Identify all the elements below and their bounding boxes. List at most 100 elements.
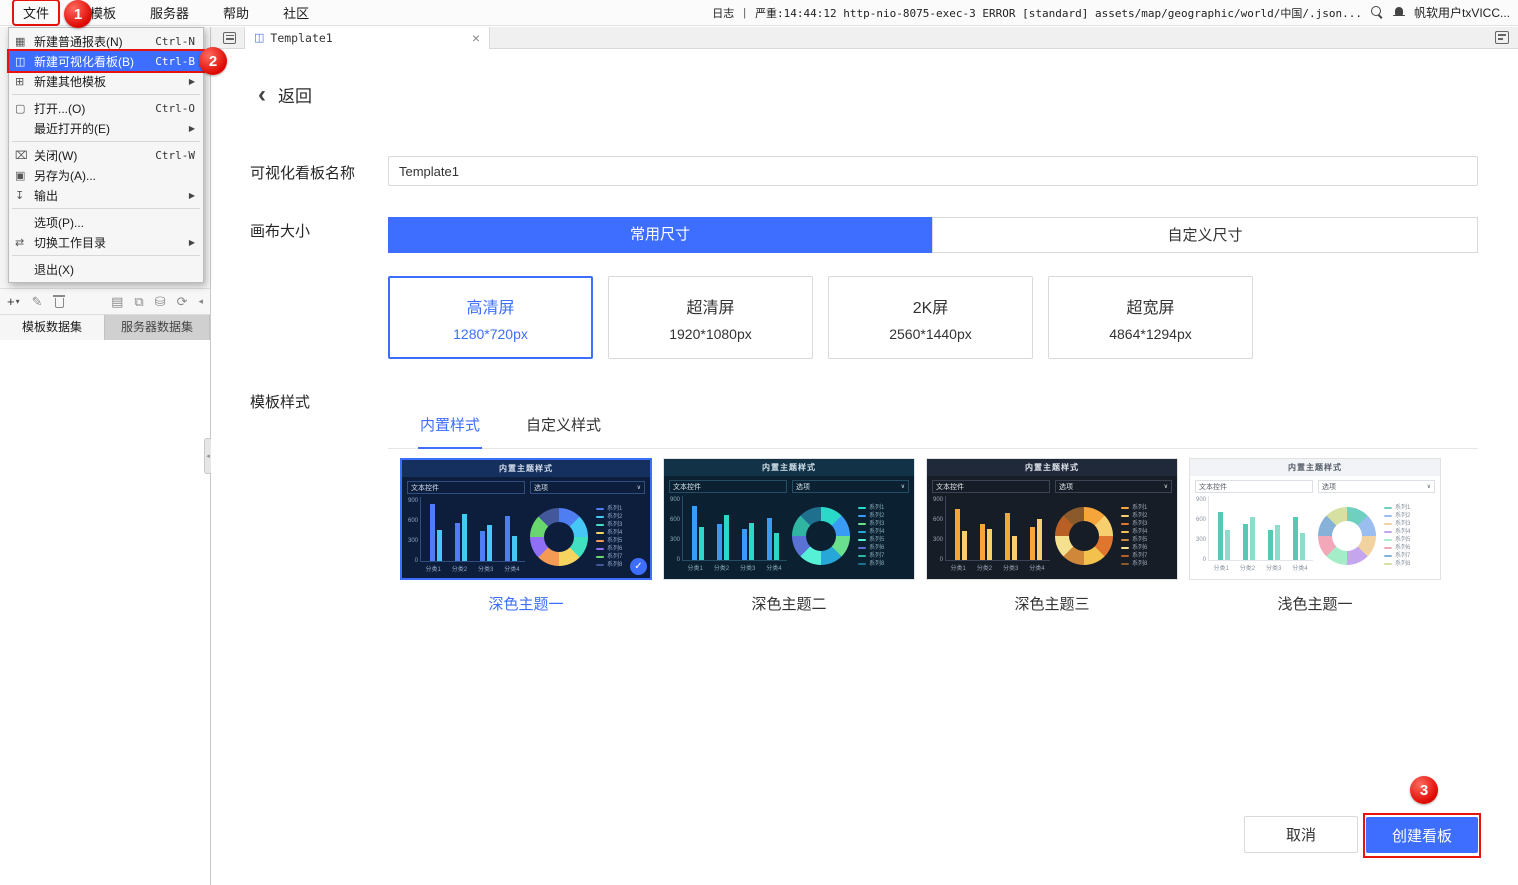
menu-community[interactable]: 社区 (279, 1, 313, 24)
canvas-size-tabs: 常用尺寸自定义尺寸 (388, 217, 1478, 253)
batch-edit-button[interactable]: ⧉ (134, 295, 143, 308)
file-menu-item-1[interactable]: ◫ 新建可视化看板(B) Ctrl-B (9, 51, 203, 71)
canvas-size-label: 画布大小 (250, 220, 310, 241)
page-setup-icon[interactable] (1495, 31, 1509, 44)
theme-preview: 内置主题样式 文本控件 9006003000 分类1分类2分类3分类4 选项∨ (1189, 458, 1441, 580)
edit-dataset-button[interactable]: ✎ (32, 295, 43, 308)
preview-donut-chart: 系列1系列2系列3系列4系列5系列6系列7系列8 (792, 498, 909, 574)
dashboard-name-input[interactable] (388, 156, 1478, 186)
dataset-tab-1[interactable]: 服务器数据集 (105, 315, 210, 340)
file-menu: ▦ 新建普通报表(N) Ctrl-N ◫ 新建可视化看板(B) Ctrl-B ⊞… (8, 27, 204, 283)
theme-card-0[interactable]: 内置主题样式 文本控件 9006003000 分类1分类2分类3分类4 选项∨ (400, 458, 652, 614)
trash-icon (55, 298, 64, 308)
document-tabbar: ◫ Template1 × (211, 27, 1518, 49)
cancel-button[interactable]: 取消 (1244, 816, 1358, 853)
style-tab-1[interactable]: 自定义样式 (524, 400, 603, 448)
back-chevron-icon: ‹ (258, 85, 266, 105)
back-button[interactable]: ‹ 返回 (258, 82, 312, 107)
file-menu-item-0[interactable]: ▦ 新建普通报表(N) Ctrl-N (9, 31, 203, 51)
theme-label: 深色主题一 (400, 593, 652, 614)
preview-select-widget: 选项∨ (792, 480, 909, 493)
tab-close-icon[interactable]: × (472, 31, 480, 45)
submenu-arrow-icon: ▶ (189, 124, 195, 133)
step-1-badge: 1 (64, 0, 92, 28)
menu-help[interactable]: 帮助 (219, 1, 253, 24)
theme-gallery: 内置主题样式 文本控件 9006003000 分类1分类2分类3分类4 选项∨ (400, 458, 1441, 614)
preview-bar-chart: 9006003000 分类1分类2分类3分类4 (407, 497, 525, 575)
theme-card-3[interactable]: 内置主题样式 文本控件 9006003000 分类1分类2分类3分类4 选项∨ (1189, 458, 1441, 614)
file-menu-item-6[interactable]: ▣ 另存为(A)... (9, 165, 203, 185)
dataset-toolbar: +▾ ✎ ▤ ⧉ ⛁ ⟳ ◂ (0, 288, 210, 315)
delete-dataset-button[interactable] (55, 295, 64, 308)
file-menu-item-7[interactable]: ↧ 输出 ▶ (9, 185, 203, 205)
size-card-0[interactable]: 高清屏 1280*720px (388, 276, 593, 359)
canvas-tab-0[interactable]: 常用尺寸 (388, 217, 932, 253)
preview-donut-chart: 系列1系列2系列3系列4系列5系列6系列7系列8 (1318, 498, 1435, 574)
preview-text-widget: 文本控件 (407, 481, 525, 494)
dashboard-file-icon: ◫ (254, 31, 264, 44)
submenu-arrow-icon: ▶ (189, 77, 195, 86)
toolbar-collapse-icon[interactable]: ◂ (198, 296, 203, 307)
file-menu-item-8[interactable]: 选项(P)... (9, 212, 203, 232)
template-style-label: 模板样式 (250, 391, 310, 412)
preview-select-widget: 选项∨ (1055, 480, 1172, 493)
preview-title: 内置主题样式 (664, 459, 914, 476)
refresh-button[interactable]: ⟳ (177, 295, 188, 308)
menu-separator (12, 208, 200, 209)
connection-button[interactable]: ⛁ (155, 295, 166, 308)
notification-bell-icon[interactable] (1393, 7, 1405, 19)
theme-label: 浅色主题一 (1189, 593, 1441, 614)
dataset-tab-0[interactable]: 模板数据集 (0, 315, 105, 340)
dataset-tabs: 模板数据集服务器数据集 (0, 315, 210, 340)
new-dashboard-icon: ◫ (15, 55, 34, 68)
preview-title: 内置主题样式 (1190, 459, 1440, 476)
create-dashboard-button[interactable]: 创建看板 (1366, 817, 1478, 853)
submenu-arrow-icon: ▶ (189, 191, 195, 200)
menu-bar-items: 文件模板服务器帮助社区 (0, 0, 313, 26)
log-label[interactable]: 日志 (712, 5, 734, 21)
size-card-3[interactable]: 超宽屏 4864*1294px (1048, 276, 1253, 359)
menu-separator (12, 255, 200, 256)
sidebar-collapse-handle[interactable]: ◂ (204, 438, 211, 474)
style-tab-0[interactable]: 内置样式 (418, 400, 482, 449)
preview-dataset-button[interactable]: ▤ (111, 295, 123, 308)
shortcut-label: Ctrl-B (155, 55, 195, 68)
dataset-toolbar-right: ▤ ⧉ ⛁ ⟳ ◂ (111, 295, 203, 308)
step-3-badge: 3 (1410, 776, 1438, 804)
export-icon: ↧ (15, 189, 34, 202)
size-card-1[interactable]: 超清屏 1920*1080px (608, 276, 813, 359)
file-menu-item-3[interactable]: ▢ 打开...(O) Ctrl-O (9, 98, 203, 118)
preview-text-widget: 文本控件 (669, 480, 787, 493)
document-tab-template1[interactable]: ◫ Template1 × (244, 27, 490, 49)
theme-card-1[interactable]: 内置主题样式 文本控件 9006003000 分类1分类2分类3分类4 选项∨ (663, 458, 915, 614)
menu-file[interactable]: 文件 (12, 0, 60, 26)
document-tab-title: Template1 (270, 31, 332, 45)
close-template-icon: ⌧ (15, 149, 34, 162)
tab-list-icon[interactable] (223, 32, 236, 44)
shortcut-label: Ctrl-W (155, 149, 195, 162)
shortcut-label: Ctrl-N (155, 35, 195, 48)
add-dataset-button[interactable]: +▾ (7, 295, 20, 308)
topbar-right: 日志 | 严重:14:44:12 http-nio-8075-exec-3 ER… (712, 4, 1518, 21)
log-divider: | (743, 7, 746, 19)
save-as-icon: ▣ (15, 169, 34, 182)
file-menu-item-2[interactable]: ⊞ 新建其他模板 ▶ (9, 71, 203, 91)
user-account-label[interactable]: 帆软用户txVICC... (1414, 4, 1510, 21)
file-menu-item-4[interactable]: 最近打开的(E) ▶ (9, 118, 203, 138)
size-card-2[interactable]: 2K屏 2560*1440px (828, 276, 1033, 359)
search-icon[interactable] (1371, 6, 1384, 19)
back-label: 返回 (278, 82, 312, 107)
theme-card-2[interactable]: 内置主题样式 文本控件 9006003000 分类1分类2分类3分类4 选项∨ (926, 458, 1178, 614)
theme-label: 深色主题二 (663, 593, 915, 614)
log-message: 严重:14:44:12 http-nio-8075-exec-3 ERROR [… (755, 5, 1362, 21)
open-folder-icon: ▢ (15, 102, 34, 115)
file-menu-item-10[interactable]: 退出(X) (9, 259, 203, 279)
file-menu-item-5[interactable]: ⌧ 关闭(W) Ctrl-W (9, 145, 203, 165)
canvas-tab-1[interactable]: 自定义尺寸 (932, 217, 1478, 253)
preview-donut-chart: 系列1系列2系列3系列4系列5系列6系列7系列8 (1055, 498, 1172, 574)
preview-text-widget: 文本控件 (1195, 480, 1313, 493)
file-menu-item-9[interactable]: ⇄ 切换工作目录 ▶ (9, 232, 203, 252)
menu-separator (12, 141, 200, 142)
menu-server[interactable]: 服务器 (146, 1, 193, 24)
new-dashboard-panel: ‹ 返回 可视化看板名称 画布大小 常用尺寸自定义尺寸 高清屏 1280*720… (211, 49, 1518, 885)
